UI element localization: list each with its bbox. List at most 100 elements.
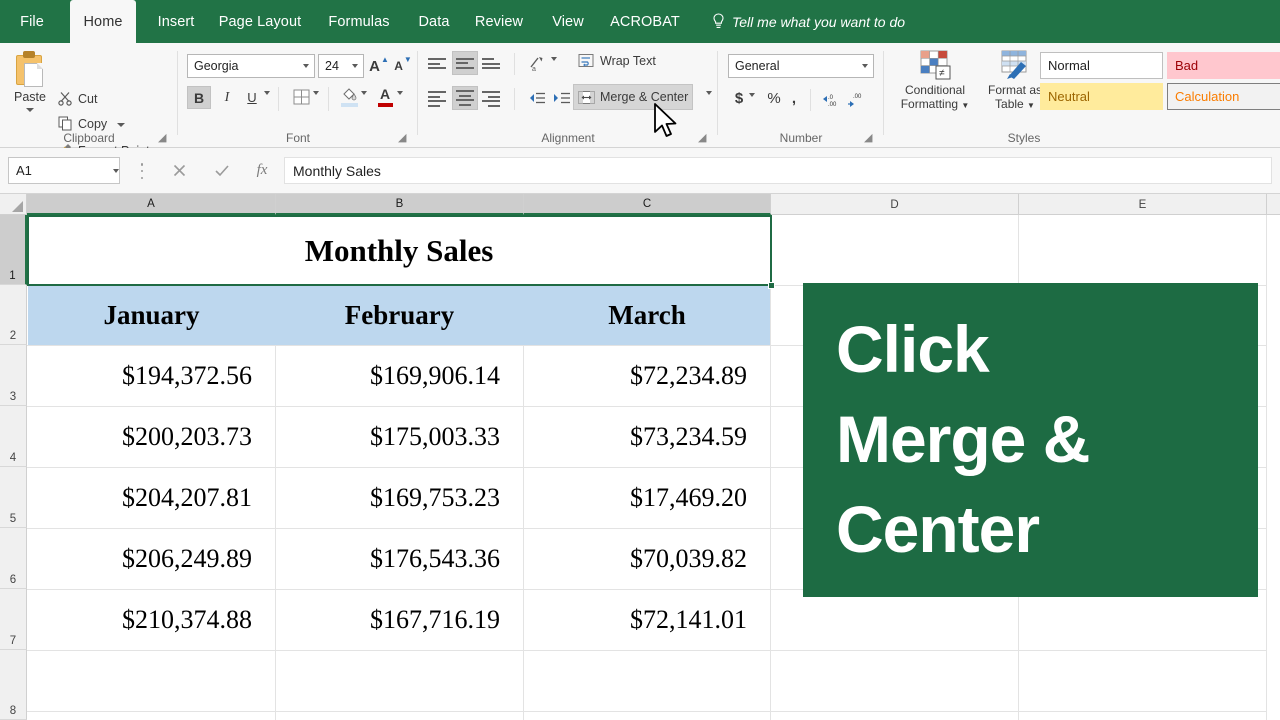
column-header-c[interactable]: C — [524, 194, 771, 215]
cell-c5[interactable]: $17,469.20 — [524, 468, 747, 528]
borders-button[interactable] — [290, 87, 312, 107]
conditional-formatting-button[interactable]: ≠ Conditional Formatting ▼ — [898, 49, 972, 131]
row-header-5[interactable]: 5 — [0, 467, 27, 528]
cell-c4[interactable]: $73,234.59 — [524, 407, 747, 467]
align-center-button[interactable] — [452, 86, 478, 110]
tab-view[interactable]: View — [542, 0, 594, 43]
font-size-chevron-down-icon[interactable] — [347, 64, 363, 68]
align-left-button[interactable] — [428, 91, 448, 109]
cell-a3[interactable]: $194,372.56 — [28, 346, 252, 406]
tell-me-search[interactable]: Tell me what you want to do — [712, 0, 905, 43]
align-bottom-button[interactable] — [482, 58, 502, 72]
tab-home[interactable]: Home — [70, 0, 136, 43]
tab-insert[interactable]: Insert — [148, 0, 204, 43]
paste-button[interactable]: Paste — [8, 49, 52, 131]
decrease-indent-button[interactable] — [524, 88, 548, 108]
tab-page-layout[interactable]: Page Layout — [212, 0, 308, 43]
formula-input[interactable]: Monthly Sales — [284, 157, 1272, 184]
tab-acrobat[interactable]: ACROBAT — [604, 0, 686, 43]
name-box[interactable]: A1 — [8, 157, 120, 184]
font-color-button[interactable]: A — [375, 85, 395, 109]
column-header-e[interactable]: E — [1019, 194, 1267, 215]
font-name-chevron-down-icon[interactable] — [298, 64, 314, 68]
number-format-combo[interactable]: General — [728, 54, 874, 78]
align-top-button[interactable] — [428, 58, 448, 72]
cell-c6[interactable]: $70,039.82 — [524, 529, 747, 589]
chevron-down-icon[interactable] — [26, 108, 34, 112]
cell-b7[interactable]: $167,716.19 — [276, 590, 500, 650]
align-middle-button[interactable] — [452, 51, 478, 75]
cell-c7[interactable]: $72,141.01 — [524, 590, 747, 650]
orientation-chevron-down-icon[interactable] — [551, 57, 557, 61]
fill-color-chevron-down-icon[interactable] — [361, 91, 367, 95]
increase-decimal-button[interactable]: .0 .00 — [820, 88, 844, 109]
tab-review[interactable]: Review — [468, 0, 530, 43]
underline-button[interactable]: U — [241, 86, 263, 109]
align-right-button[interactable] — [482, 91, 502, 109]
row-header-4[interactable]: 4 — [0, 406, 27, 467]
currency-chevron-down-icon[interactable] — [749, 93, 755, 97]
row-header-8[interactable]: 8 — [0, 650, 27, 720]
cell-a2[interactable]: January — [28, 286, 275, 345]
italic-button[interactable]: I — [215, 86, 239, 109]
orientation-button[interactable]: a — [526, 52, 550, 74]
row-header-1[interactable]: 1 — [0, 215, 27, 285]
cell-c3[interactable]: $72,234.89 — [524, 346, 747, 406]
font-name-combo[interactable]: Georgia — [187, 54, 315, 78]
column-header-a[interactable]: A — [27, 194, 276, 215]
wrap-text-button[interactable]: Wrap Text — [574, 49, 660, 73]
cell-a6[interactable]: $206,249.89 — [28, 529, 252, 589]
format-as-table-chevron-down-icon[interactable]: ▼ — [1027, 101, 1035, 110]
cell-style-calculation[interactable]: Calculation — [1167, 83, 1280, 110]
column-header-d[interactable]: D — [771, 194, 1019, 215]
conditional-formatting-chevron-down-icon[interactable]: ▼ — [961, 101, 969, 110]
cell-b3[interactable]: $169,906.14 — [276, 346, 500, 406]
underline-chevron-down-icon[interactable] — [264, 91, 270, 95]
row-header-2[interactable]: 2 — [0, 285, 27, 345]
cell-a4[interactable]: $200,203.73 — [28, 407, 252, 467]
formula-bar-grip[interactable] — [140, 163, 144, 179]
name-box-chevron-down-icon[interactable] — [113, 169, 119, 173]
font-dialog-launcher[interactable]: ◢ — [398, 132, 410, 144]
cell-a5[interactable]: $204,207.81 — [28, 468, 252, 528]
cell-b6[interactable]: $176,543.36 — [276, 529, 500, 589]
row-header-7[interactable]: 7 — [0, 589, 27, 650]
copy-chevron-down-icon[interactable] — [117, 123, 125, 127]
tab-file[interactable]: File — [8, 0, 56, 43]
clipboard-dialog-launcher[interactable]: ◢ — [158, 132, 170, 144]
increase-font-size-button[interactable]: A ▲ — [368, 55, 390, 77]
cell-style-normal[interactable]: Normal — [1040, 52, 1163, 79]
cancel-entry-button[interactable] — [155, 157, 203, 184]
insert-function-button[interactable]: fx — [238, 157, 286, 184]
decrease-font-size-button[interactable]: A ▼ — [392, 55, 414, 77]
cell-style-neutral[interactable]: Neutral — [1040, 83, 1163, 110]
tab-formulas[interactable]: Formulas — [318, 0, 400, 43]
fill-color-button[interactable] — [338, 85, 360, 109]
alignment-dialog-launcher[interactable]: ◢ — [698, 132, 710, 144]
row-header-6[interactable]: 6 — [0, 528, 27, 589]
cell-b5[interactable]: $169,753.23 — [276, 468, 500, 528]
column-header-b[interactable]: B — [276, 194, 524, 215]
number-format-chevron-down-icon[interactable] — [857, 64, 873, 68]
comma-format-button[interactable]: , — [786, 87, 802, 109]
row-header-3[interactable]: 3 — [0, 345, 27, 406]
cell-a1-title[interactable]: Monthly Sales — [28, 216, 770, 285]
font-color-chevron-down-icon[interactable] — [397, 91, 403, 95]
currency-format-button[interactable]: $ — [730, 87, 748, 109]
bold-button[interactable]: B — [187, 86, 211, 109]
merge-and-center-button[interactable]: Merge & Center — [573, 84, 693, 110]
increase-indent-button[interactable] — [549, 88, 573, 108]
number-dialog-launcher[interactable]: ◢ — [864, 132, 876, 144]
cut-button[interactable]: Cut — [58, 91, 97, 106]
cell-b4[interactable]: $175,003.33 — [276, 407, 500, 467]
copy-button[interactable]: Copy — [58, 116, 125, 131]
cell-c2[interactable]: March — [524, 286, 770, 345]
decrease-decimal-button[interactable]: .00 — [845, 88, 869, 109]
fill-handle[interactable] — [768, 282, 775, 289]
select-all-corner[interactable] — [0, 194, 27, 215]
tab-data[interactable]: Data — [410, 0, 458, 43]
merge-center-chevron-down-icon[interactable] — [706, 91, 712, 95]
cell-style-bad[interactable]: Bad — [1167, 52, 1280, 79]
cell-b2[interactable]: February — [276, 286, 523, 345]
borders-chevron-down-icon[interactable] — [313, 91, 319, 95]
